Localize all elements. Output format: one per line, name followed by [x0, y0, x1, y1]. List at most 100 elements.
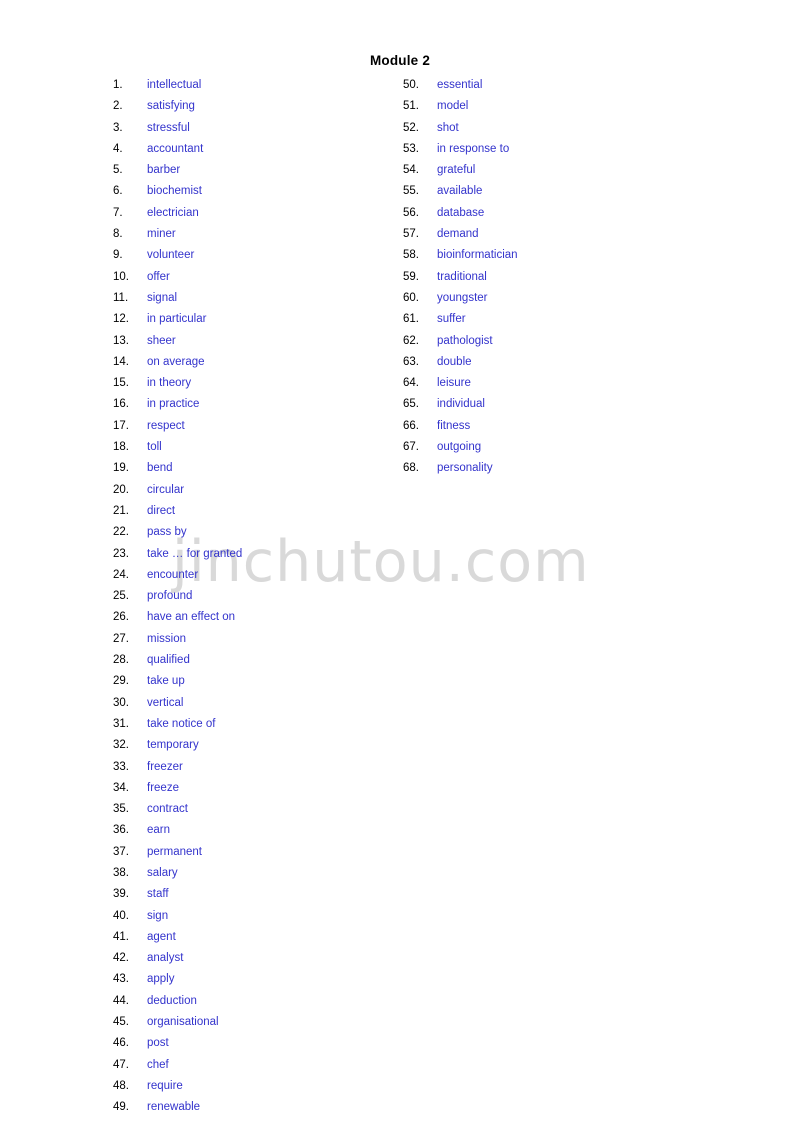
vocabulary-item-number: 34. [113, 781, 129, 794]
vocabulary-item: 33. freezer [113, 757, 242, 778]
vocabulary-item-term: toll [147, 441, 162, 454]
vocabulary-item: 63. double [403, 352, 518, 373]
vocabulary-item-term: demand [437, 228, 479, 241]
vocabulary-item-term: bioinformatician [437, 249, 518, 262]
vocabulary-item-number: 66. [403, 419, 419, 432]
vocabulary-item: 64. leisure [403, 373, 518, 394]
vocabulary-item-number: 16. [113, 398, 129, 411]
vocabulary-item-term: suffer [437, 313, 466, 326]
vocabulary-item: 59. traditional [403, 267, 518, 288]
vocabulary-item-term: leisure [437, 377, 471, 390]
vocabulary-item-term: in practice [147, 398, 200, 411]
vocabulary-item: 3. stressful [113, 118, 242, 139]
vocabulary-item: 41. agent [113, 927, 242, 948]
vocabulary-item: 9. volunteer [113, 245, 242, 266]
vocabulary-column-left: 1. intellectual 2. satisfying 3. stressful 4. a… [113, 75, 242, 1119]
vocabulary-item-term: signal [147, 291, 178, 304]
vocabulary-item-number: 18. [113, 441, 129, 454]
vocabulary-item-number: 31. [113, 717, 129, 730]
vocabulary-item: 29. take up [113, 671, 242, 692]
vocabulary-item-term: shot [437, 121, 459, 134]
vocabulary-item-number: 14. [113, 355, 129, 368]
vocabulary-item-number: 51. [403, 100, 419, 113]
vocabulary-item-term: grateful [437, 164, 476, 177]
vocabulary-item-term: earn [147, 824, 171, 837]
vocabulary-item: 15. in theory [113, 373, 242, 394]
vocabulary-item-number: 61. [403, 313, 419, 326]
vocabulary-item: 54. grateful [403, 160, 518, 181]
vocabulary-item: 21. direct [113, 501, 242, 522]
vocabulary-item-number: 11. [113, 291, 129, 304]
vocabulary-item-number: 62. [403, 334, 419, 347]
vocabulary-item: 40. sign [113, 906, 242, 927]
vocabulary-item-term: have an effect on [147, 611, 236, 624]
vocabulary-item-term: offer [147, 270, 170, 283]
vocabulary-item-term: youngster [437, 291, 488, 304]
vocabulary-item-number: 33. [113, 760, 129, 773]
vocabulary-item-term: in theory [147, 377, 192, 390]
vocabulary-item-number: 17. [113, 419, 129, 432]
vocabulary-item-term: miner [147, 228, 176, 241]
vocabulary-item-term: in particular [147, 313, 207, 326]
vocabulary-item-term: profound [147, 590, 193, 603]
vocabulary-item: 23. take … for granted [113, 544, 242, 565]
vocabulary-item: 30. vertical [113, 693, 242, 714]
vocabulary-item-number: 12. [113, 313, 129, 326]
vocabulary-item-number: 65. [403, 398, 419, 411]
vocabulary-item: 13. sheer [113, 331, 242, 352]
vocabulary-item: 31. take notice of [113, 714, 242, 735]
vocabulary-item-term: vertical [147, 696, 184, 709]
vocabulary-item: 11. signal [113, 288, 242, 309]
vocabulary-item-term: sign [147, 909, 169, 922]
vocabulary-item-number: 46. [113, 1037, 129, 1050]
vocabulary-item: 35. contract [113, 799, 242, 820]
page-title: Module 2 [369, 53, 431, 68]
vocabulary-item-number: 27. [113, 632, 129, 645]
vocabulary-item-term: take … for granted [147, 547, 243, 560]
vocabulary-item-term: intellectual [147, 79, 202, 91]
vocabulary-item: 20. circular [113, 480, 242, 501]
vocabulary-item: 7. electrician [113, 203, 242, 224]
vocabulary-item-number: 43. [113, 973, 129, 986]
vocabulary-item: 18. toll [113, 437, 242, 458]
vocabulary-item: 51. model [403, 96, 518, 117]
vocabulary-item-term: pass by [147, 526, 187, 539]
vocabulary-item: 8. miner [113, 224, 242, 245]
vocabulary-item-number: 53. [403, 142, 419, 155]
vocabulary-item-number: 20. [113, 483, 129, 496]
vocabulary-item: 56. database [403, 203, 518, 224]
vocabulary-item-term: accountant [147, 142, 204, 155]
vocabulary-item-number: 48. [113, 1079, 129, 1092]
vocabulary-item: 17. respect [113, 416, 242, 437]
vocabulary-item-number: 57. [403, 228, 419, 241]
vocabulary-item: 58. bioinformatician [403, 245, 518, 266]
vocabulary-item: 25. profound [113, 586, 242, 607]
vocabulary-item-term: on average [147, 355, 205, 368]
vocabulary-item-term: electrician [147, 206, 199, 219]
vocabulary-item-term: satisfying [147, 100, 195, 113]
vocabulary-item-number: 55. [403, 185, 419, 198]
vocabulary-item-term: model [437, 100, 469, 113]
vocabulary-item-number: 58. [403, 249, 419, 262]
vocabulary-item: 38. salary [113, 863, 242, 884]
vocabulary-item-number: 54. [403, 164, 419, 177]
vocabulary-item-term: agent [147, 930, 176, 943]
vocabulary-item: 28. qualified [113, 650, 242, 671]
vocabulary-item-term: direct [147, 504, 176, 517]
vocabulary-item: 68. personality [403, 458, 518, 479]
vocabulary-item: 53. in response to [403, 139, 518, 160]
vocabulary-item-term: barber [147, 164, 181, 177]
vocabulary-item-number: 45. [113, 1016, 129, 1029]
vocabulary-item-number: 15. [113, 377, 129, 390]
vocabulary-item-term: contract [147, 803, 188, 816]
vocabulary-item-term: biochemist [147, 185, 202, 198]
vocabulary-item-term: post [147, 1037, 169, 1050]
vocabulary-item: 2. satisfying [113, 96, 242, 117]
vocabulary-item-term: deduction [147, 994, 197, 1007]
vocabulary-item-term: chef [147, 1058, 169, 1071]
vocabulary-item-term: require [147, 1079, 183, 1092]
vocabulary-item-term: temporary [147, 739, 199, 752]
vocabulary-item-number: 5. [113, 164, 123, 177]
vocabulary-item-term: fitness [437, 419, 471, 432]
vocabulary-item-term: organisational [147, 1016, 219, 1029]
